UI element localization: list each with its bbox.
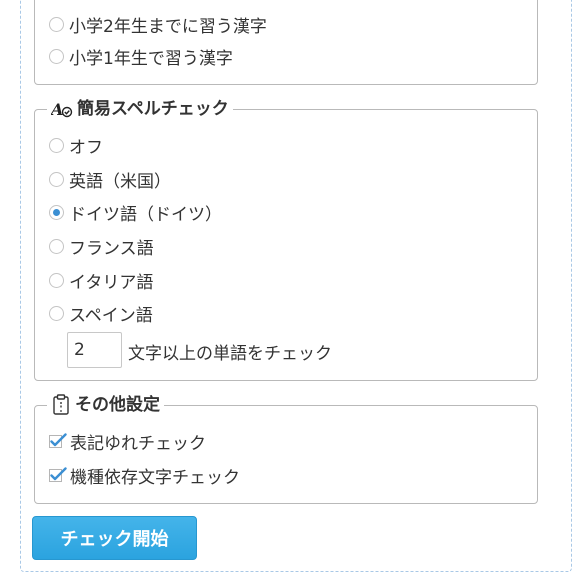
option-label: 英語（米国） [69, 171, 171, 192]
checkbox-checked[interactable] [49, 467, 67, 483]
svg-text:A: A [51, 100, 63, 118]
option-label: イタリア語 [69, 272, 154, 293]
radio-button[interactable] [49, 137, 64, 153]
option-label: フランス語 [69, 238, 154, 259]
radio-button[interactable] [49, 16, 64, 32]
radio-button[interactable] [49, 171, 64, 187]
other-settings-legend: その他設定 [47, 393, 164, 417]
spell-option-german[interactable]: ドイツ語（ドイツ） [49, 200, 222, 225]
option-label: 機種依存文字チェック [70, 467, 240, 488]
spellcheck-fieldset: A 簡易スペルチェック オフ 英語（米国） ドイツ語（ドイツ） フランス語 イタ… [34, 97, 538, 381]
platform-dependent-chars-option[interactable]: 機種依存文字チェック [49, 463, 240, 488]
option-label: オフ [69, 137, 103, 158]
spell-option-french[interactable]: フランス語 [49, 234, 154, 259]
min-word-length-input[interactable] [67, 332, 122, 368]
radio-button[interactable] [49, 272, 64, 288]
radio-button[interactable] [49, 238, 64, 254]
kanji-level-fieldset: 小学2年生までに習う漢字 小学1年生で習う漢字 [34, 0, 538, 85]
start-check-button-label: チェック開始 [60, 529, 169, 550]
spellcheck-legend-text: 簡易スペルチェック [77, 99, 229, 119]
kanji-option-grade2[interactable]: 小学2年生までに習う漢字 [49, 12, 267, 37]
start-check-button[interactable]: チェック開始 [32, 516, 197, 560]
clipboard-icon [51, 394, 71, 416]
option-label: 小学1年生で習う漢字 [69, 48, 233, 69]
option-label: ドイツ語（ドイツ） [69, 204, 222, 225]
spellcheck-legend: A 簡易スペルチェック [47, 97, 233, 121]
radio-button[interactable] [49, 48, 64, 64]
notation-variance-check-option[interactable]: 表記ゆれチェック [49, 429, 206, 454]
option-label: 小学2年生までに習う漢字 [69, 16, 267, 37]
min-word-length-label: 文字以上の単語をチェック [128, 344, 332, 364]
spell-option-italian[interactable]: イタリア語 [49, 268, 154, 293]
radio-button[interactable] [49, 305, 64, 321]
option-label: 表記ゆれチェック [70, 433, 206, 454]
option-label: スペイン語 [69, 305, 153, 326]
spell-option-off[interactable]: オフ [49, 133, 103, 158]
kanji-option-grade1[interactable]: 小学1年生で習う漢字 [49, 44, 233, 69]
spell-option-spanish[interactable]: スペイン語 [49, 301, 153, 326]
checkbox-checked[interactable] [49, 433, 67, 449]
other-settings-fieldset: その他設定 表記ゆれチェック 機種依存文字チェック [34, 393, 538, 504]
other-settings-legend-text: その他設定 [75, 395, 160, 415]
spellcheck-icon: A [51, 100, 73, 118]
spell-option-english-us[interactable]: 英語（米国） [49, 167, 171, 192]
radio-button-selected[interactable] [49, 204, 64, 220]
